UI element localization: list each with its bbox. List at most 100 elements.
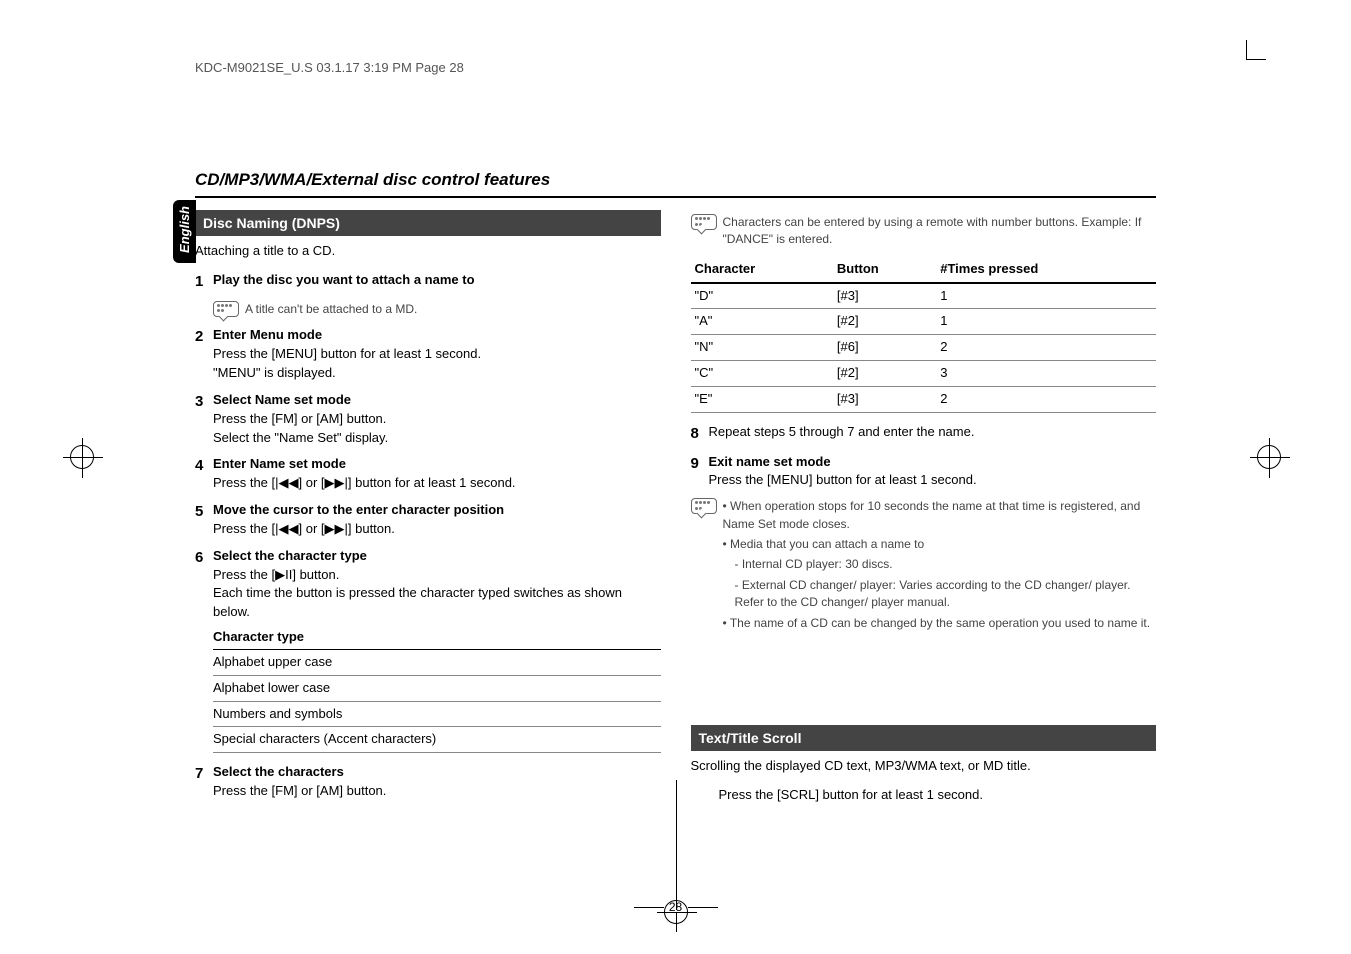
- table-header: Character: [691, 257, 833, 283]
- page-container: KDC-M9021SE_U.S 03.1.17 3:19 PM Page 28 …: [0, 0, 1351, 954]
- scroll-instruction: Press the [SCRL] button for at least 1 s…: [719, 786, 1157, 805]
- note-icon: [691, 214, 717, 230]
- step-text: "MENU" is displayed.: [213, 364, 661, 383]
- table-cell: "D": [691, 283, 833, 309]
- bullet-list: • When operation stops for 10 seconds th…: [723, 498, 1157, 635]
- bullet-item: • Media that you can attach a name to: [723, 536, 1157, 553]
- note-icon: [213, 301, 239, 317]
- step-number: 3: [195, 391, 213, 448]
- table-cell: 2: [936, 335, 1156, 361]
- step-title: Exit name set mode: [709, 453, 1157, 472]
- char-type-row: Alphabet upper case: [213, 650, 661, 676]
- bullet-sub-item: - Internal CD player: 30 discs.: [735, 556, 1157, 573]
- column-divider: [676, 780, 677, 910]
- step-number: 7: [195, 763, 213, 801]
- table-cell: [#3]: [833, 387, 936, 413]
- step-text: Each time the button is pressed the char…: [213, 584, 661, 622]
- table-cell: 1: [936, 283, 1156, 309]
- table-cell: 1: [936, 309, 1156, 335]
- table-cell: "E": [691, 387, 833, 413]
- bullet-item: • When operation stops for 10 seconds th…: [723, 498, 1157, 533]
- two-column-layout: Disc Naming (DNPS) Attaching a title to …: [195, 210, 1156, 809]
- alignment-mark-bottom: [664, 900, 688, 924]
- title-rule: [195, 196, 1156, 198]
- step-text: Repeat steps 5 through 7 and enter the n…: [709, 423, 1157, 442]
- table-cell: [#6]: [833, 335, 936, 361]
- step-8: 8 Repeat steps 5 through 7 and enter the…: [691, 423, 1157, 445]
- step-title: Enter Menu mode: [213, 326, 661, 345]
- crop-mark-icon: [1226, 40, 1266, 80]
- table-cell: 3: [936, 361, 1156, 387]
- step-number: 4: [195, 455, 213, 493]
- step-text: Press the [▶II] button.: [213, 566, 661, 585]
- language-tab: English: [173, 200, 196, 263]
- step-text: Press the [MENU] button for at least 1 s…: [709, 471, 1157, 490]
- step-text: Select the "Name Set" display.: [213, 429, 661, 448]
- table-cell: 2: [936, 387, 1156, 413]
- alignment-mark-right: [1257, 445, 1281, 469]
- character-table: Character Button #Times pressed "D"[#3]1…: [691, 257, 1157, 413]
- step-number: 1: [195, 271, 213, 293]
- note-text: Characters can be entered by using a rem…: [723, 214, 1157, 249]
- step-9: 9 Exit name set mode Press the [MENU] bu…: [691, 453, 1157, 491]
- note-row: A title can't be attached to a MD.: [213, 301, 661, 318]
- table-cell: [#3]: [833, 283, 936, 309]
- table-row: "C"[#2]3: [691, 361, 1157, 387]
- table-cell: "C": [691, 361, 833, 387]
- step-7: 7 Select the characters Press the [FM] o…: [195, 763, 661, 801]
- table-cell: "A": [691, 309, 833, 335]
- step-title: Enter Name set mode: [213, 455, 661, 474]
- intro-text: Attaching a title to a CD.: [195, 242, 661, 261]
- content-area: English CD/MP3/WMA/External disc control…: [195, 170, 1156, 854]
- char-type-heading: Character type: [213, 628, 661, 650]
- feature-heading-dnps: Disc Naming (DNPS): [195, 210, 661, 236]
- step-title: Move the cursor to the enter character p…: [213, 501, 661, 520]
- feature-heading-scroll: Text/Title Scroll: [691, 725, 1157, 751]
- char-type-row: Alphabet lower case: [213, 676, 661, 702]
- alignment-mark-left: [70, 445, 94, 469]
- step-6: 6 Select the character type Press the [▶…: [195, 547, 661, 754]
- step-title: Select the character type: [213, 547, 661, 566]
- table-cell: [#2]: [833, 309, 936, 335]
- step-text: Press the [FM] or [AM] button.: [213, 410, 661, 429]
- print-header: KDC-M9021SE_U.S 03.1.17 3:19 PM Page 28: [195, 60, 464, 75]
- step-text: Press the [FM] or [AM] button.: [213, 782, 661, 801]
- text-title-scroll-section: Text/Title Scroll Scrolling the displaye…: [691, 725, 1157, 805]
- step-title: Play the disc you want to attach a name …: [213, 271, 661, 290]
- table-row: "E"[#3]2: [691, 387, 1157, 413]
- table-row: "A"[#2]1: [691, 309, 1157, 335]
- step-3: 3 Select Name set mode Press the [FM] or…: [195, 391, 661, 448]
- step-text: Press the [|◀◀] or [▶▶|] button.: [213, 520, 661, 539]
- note-icon: [691, 498, 717, 514]
- step-5: 5 Move the cursor to the enter character…: [195, 501, 661, 539]
- step-number: 6: [195, 547, 213, 754]
- step-title: Select the characters: [213, 763, 661, 782]
- step-number: 8: [691, 423, 709, 445]
- step-number: 2: [195, 326, 213, 383]
- table-cell: [#2]: [833, 361, 936, 387]
- table-row: "N"[#6]2: [691, 335, 1157, 361]
- table-header: #Times pressed: [936, 257, 1156, 283]
- table-cell: "N": [691, 335, 833, 361]
- note-row: Characters can be entered by using a rem…: [691, 214, 1157, 249]
- step-title: Select Name set mode: [213, 391, 661, 410]
- intro-text: Scrolling the displayed CD text, MP3/WMA…: [691, 757, 1157, 776]
- step-text: Press the [MENU] button for at least 1 s…: [213, 345, 661, 364]
- note-row: • When operation stops for 10 seconds th…: [691, 498, 1157, 635]
- step-1: 1 Play the disc you want to attach a nam…: [195, 271, 661, 293]
- char-type-row: Special characters (Accent characters): [213, 727, 661, 753]
- step-text: Press the [|◀◀] or [▶▶|] button for at l…: [213, 474, 661, 493]
- table-row: "D"[#3]1: [691, 283, 1157, 309]
- left-column: Disc Naming (DNPS) Attaching a title to …: [195, 210, 661, 809]
- step-number: 9: [691, 453, 709, 491]
- right-column: Characters can be entered by using a rem…: [691, 210, 1157, 809]
- section-title: CD/MP3/WMA/External disc control feature…: [195, 170, 1156, 190]
- char-type-row: Numbers and symbols: [213, 702, 661, 728]
- table-header: Button: [833, 257, 936, 283]
- bullet-item: • The name of a CD can be changed by the…: [723, 615, 1157, 632]
- step-2: 2 Enter Menu mode Press the [MENU] butto…: [195, 326, 661, 383]
- step-4: 4 Enter Name set mode Press the [|◀◀] or…: [195, 455, 661, 493]
- note-text: A title can't be attached to a MD.: [245, 301, 417, 318]
- step-number: 5: [195, 501, 213, 539]
- bullet-sub-item: - External CD changer/ player: Varies ac…: [735, 577, 1157, 612]
